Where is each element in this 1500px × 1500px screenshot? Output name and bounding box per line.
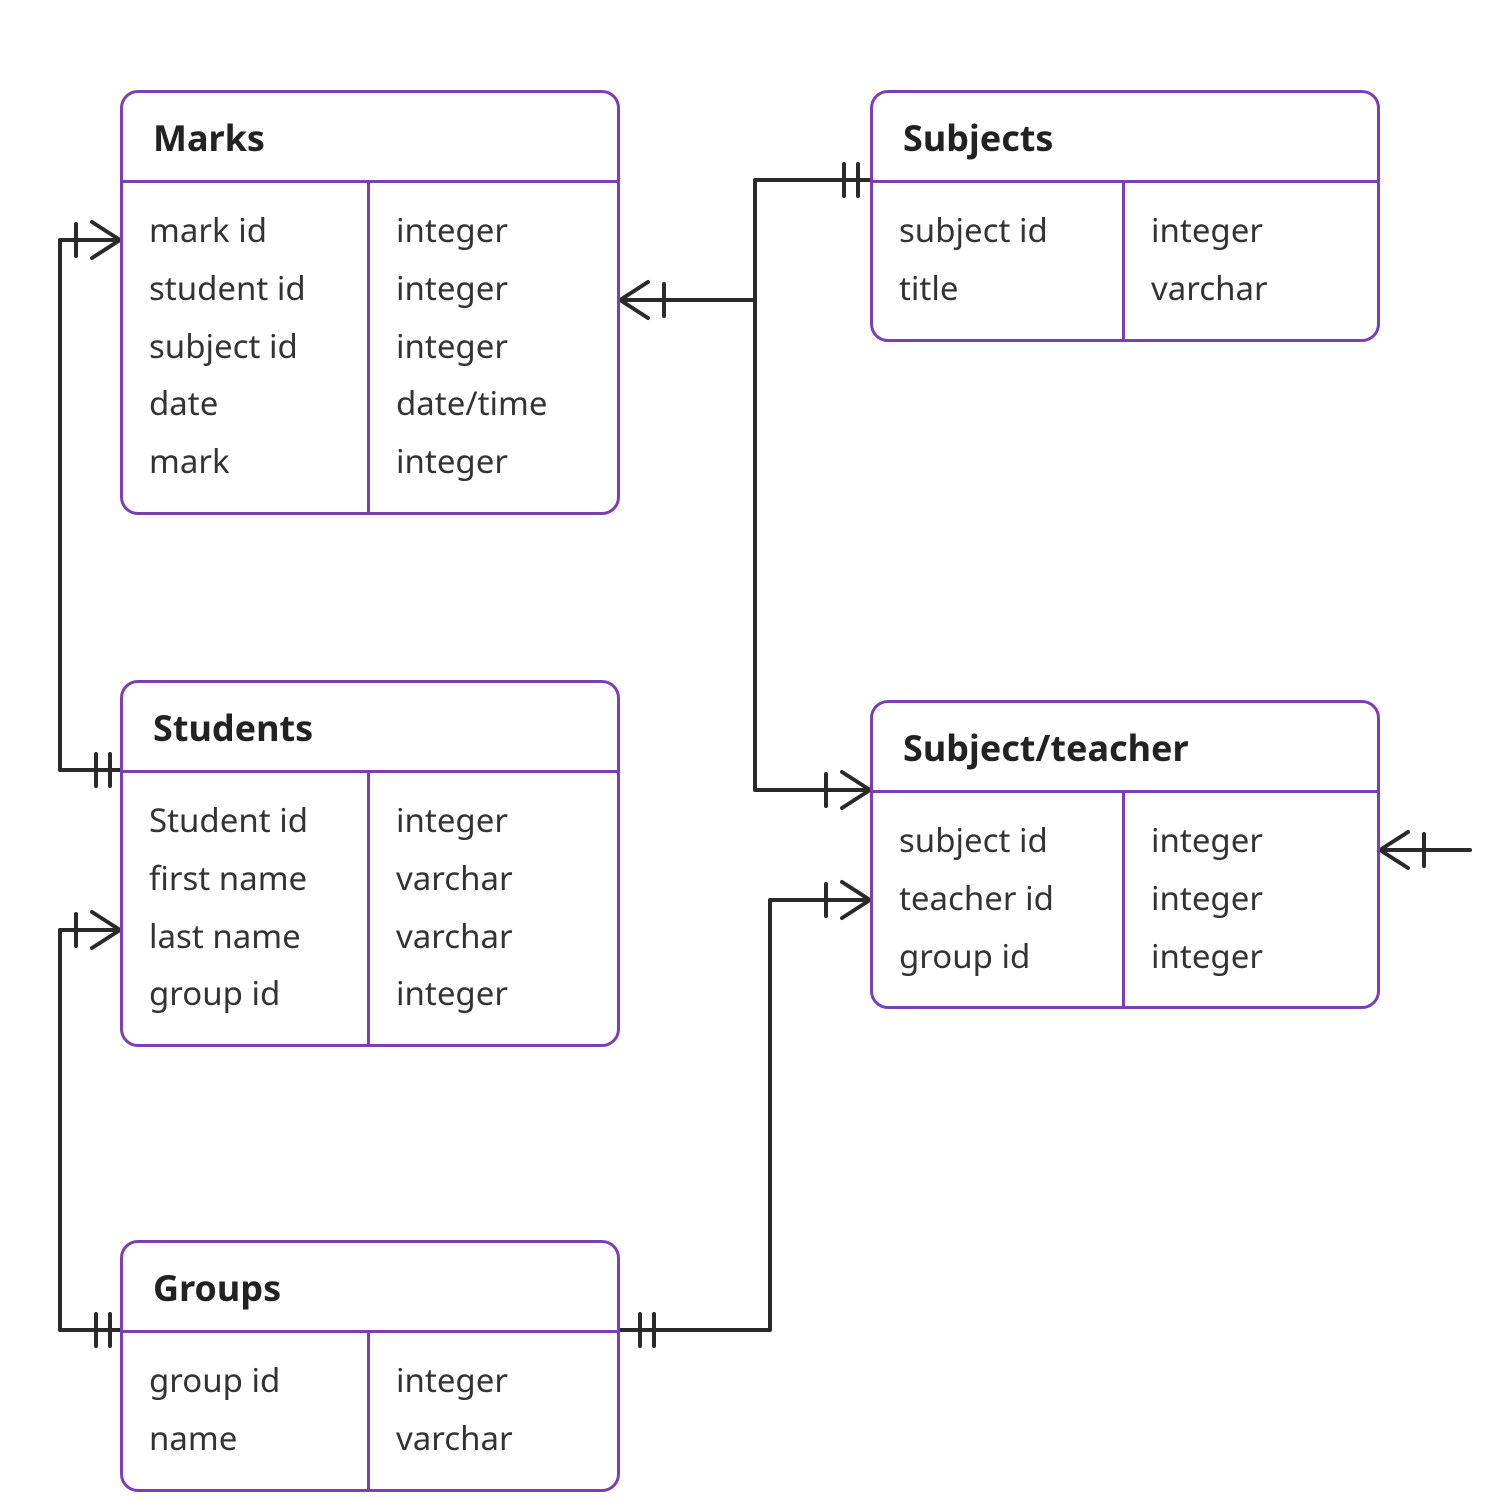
rel-subjects-marks [620,164,870,318]
er-diagram-canvas: Marks mark id student id subject id date… [0,0,1500,1500]
entity-subject-teacher-types: integer integer integer [1125,793,1377,1006]
field-name: group id [149,1351,341,1409]
field-name: last name [149,907,341,965]
field-type: varchar [396,1409,591,1467]
rel-groups-subjectteacher [620,882,870,1346]
field-type: varchar [396,849,591,907]
field-type: integer [396,791,591,849]
field-name: subject id [899,201,1096,259]
entity-subjects-types: integer varchar [1125,183,1377,339]
field-name: subject id [149,317,341,375]
field-type: varchar [396,907,591,965]
entity-students-title: Students [123,683,617,773]
entity-groups-names: group id name [123,1333,370,1489]
field-name: mark id [149,201,341,259]
field-name: title [899,259,1096,317]
field-type: integer [396,964,591,1022]
entity-subject-teacher-body: subject id teacher id group id integer i… [873,793,1377,1006]
rel-students-marks [60,222,120,786]
entity-groups: Groups group id name integer varchar [120,1240,620,1492]
field-name: group id [899,927,1096,985]
field-type: varchar [1151,259,1351,317]
field-type: integer [1151,811,1351,869]
entity-groups-types: integer varchar [370,1333,617,1489]
entity-marks-types: integer integer integer date/time intege… [370,183,617,512]
entity-marks-body: mark id student id subject id date mark … [123,183,617,512]
entity-subjects: Subjects subject id title integer varcha… [870,90,1380,342]
entity-students-names: Student id first name last name group id [123,773,370,1044]
field-type: integer [1151,927,1351,985]
field-name: subject id [899,811,1096,869]
rel-groups-students [60,912,120,1346]
field-name: first name [149,849,341,907]
entity-subject-teacher: Subject/teacher subject id teacher id gr… [870,700,1380,1009]
field-type: integer [396,317,591,375]
entity-marks-title: Marks [123,93,617,183]
field-type: integer [396,201,591,259]
field-type: integer [396,432,591,490]
field-type: date/time [396,374,591,432]
rel-subjects-subjectteacher [755,300,870,808]
entity-groups-body: group id name integer varchar [123,1333,617,1489]
field-name: name [149,1409,341,1467]
entity-marks: Marks mark id student id subject id date… [120,90,620,515]
entity-students-types: integer varchar varchar integer [370,773,617,1044]
entity-subjects-title: Subjects [873,93,1377,183]
field-type: integer [396,259,591,317]
field-name: mark [149,432,341,490]
entity-subjects-body: subject id title integer varchar [873,183,1377,339]
entity-subject-teacher-names: subject id teacher id group id [873,793,1125,1006]
entity-subject-teacher-title: Subject/teacher [873,703,1377,793]
entity-groups-title: Groups [123,1243,617,1333]
field-name: group id [149,964,341,1022]
field-name: date [149,374,341,432]
field-name: Student id [149,791,341,849]
entity-subjects-names: subject id title [873,183,1125,339]
field-type: integer [396,1351,591,1409]
rel-subjectteacher-teachers [1380,832,1470,868]
field-type: integer [1151,869,1351,927]
field-name: student id [149,259,341,317]
field-type: integer [1151,201,1351,259]
entity-marks-names: mark id student id subject id date mark [123,183,370,512]
entity-students: Students Student id first name last name… [120,680,620,1047]
field-name: teacher id [899,869,1096,927]
entity-students-body: Student id first name last name group id… [123,773,617,1044]
